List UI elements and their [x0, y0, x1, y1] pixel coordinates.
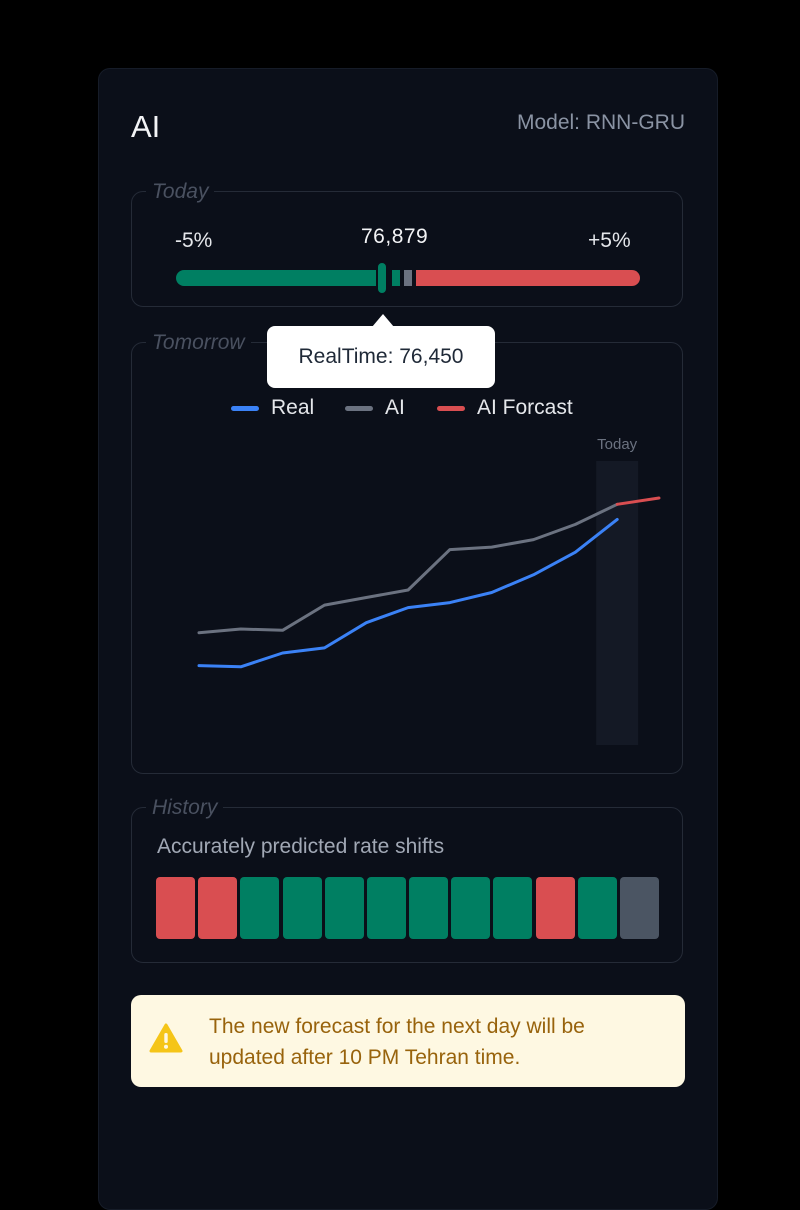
- forecast-notice: The new forecast for the next day will b…: [131, 995, 685, 1087]
- gauge-positive-segment: [416, 270, 640, 286]
- realtime-tooltip: RealTime: 76,450: [267, 326, 495, 388]
- gauge-negative-segment: [176, 270, 382, 286]
- history-cell-miss[interactable]: [198, 877, 238, 939]
- series-line-ai: [197, 502, 619, 635]
- forecast-line-chart: Today: [197, 436, 661, 745]
- notice-text: The new forecast for the next day will b…: [209, 1011, 669, 1073]
- legend-real-label: Real: [271, 396, 315, 419]
- gauge-ai-marker: [404, 270, 412, 286]
- legend-ai-swatch: [345, 405, 373, 411]
- history-cell-miss[interactable]: [535, 877, 575, 939]
- history-cell-hit[interactable]: [451, 877, 491, 939]
- legend-real[interactable]: Real: [231, 396, 314, 420]
- tomorrow-legend: Tomorrow: [152, 331, 245, 354]
- today-legend: Today: [152, 180, 209, 203]
- series-line-real: [197, 517, 619, 669]
- history-caption: Accurately predicted rate shifts: [157, 835, 445, 858]
- legend-ai-forcast-swatch: [437, 405, 465, 411]
- legend-ai-forcast[interactable]: AI Forcast: [437, 396, 573, 420]
- history-cells: [156, 877, 659, 939]
- gauge-max-label: +5%: [588, 229, 631, 252]
- legend-ai[interactable]: AI: [345, 396, 405, 420]
- history-cell-hit[interactable]: [324, 877, 364, 939]
- history-cell-hit[interactable]: [282, 877, 322, 939]
- history-cell-hit[interactable]: [409, 877, 449, 939]
- chart-legend: Real AI AI Forcast: [99, 396, 717, 426]
- panel-title: AI: [131, 109, 161, 144]
- model-label: Model: RNN-GRU: [516, 111, 685, 134]
- history-cell-pending[interactable]: [619, 877, 659, 939]
- legend-ai-label: AI: [385, 396, 405, 419]
- warning-icon: [149, 1023, 183, 1053]
- gauge-current-value: 76,879: [361, 225, 429, 248]
- history-legend: History: [152, 796, 218, 819]
- gauge-min-label: -5%: [175, 229, 213, 252]
- history-cell-hit[interactable]: [366, 877, 406, 939]
- gauge-realtime-handle[interactable]: [376, 261, 388, 295]
- history-cell-miss[interactable]: [156, 877, 196, 939]
- history-cell-hit[interactable]: [577, 877, 617, 939]
- history-cell-hit[interactable]: [493, 877, 533, 939]
- legend-ai-forcast-label: AI Forcast: [477, 396, 573, 419]
- history-cell-hit[interactable]: [240, 877, 280, 939]
- legend-real-swatch: [231, 405, 259, 411]
- ai-forecast-panel: AI Model: RNN-GRU Today -5% 76,879 +5% R…: [98, 68, 718, 1210]
- today-annotation: Today: [597, 436, 638, 453]
- notice-line-1: The new forecast for the next day will b…: [209, 1015, 585, 1038]
- notice-line-2: updated after 10 PM Tehran time.: [209, 1046, 521, 1069]
- gauge-step-segment: [392, 270, 400, 286]
